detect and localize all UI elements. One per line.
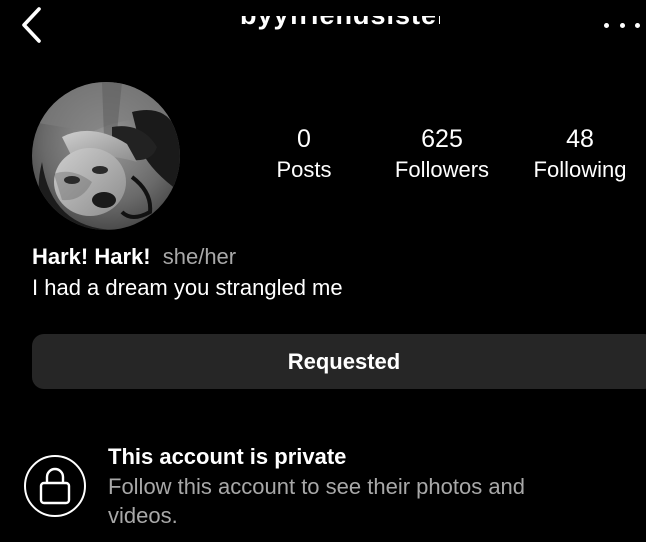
private-account-title: This account is private [108, 444, 347, 469]
followers-number: 625 [421, 125, 463, 153]
avatar[interactable] [32, 82, 180, 230]
ellipsis-icon [604, 22, 609, 28]
chevron-left-icon [22, 7, 41, 43]
profile-bio: Hark! Hark! she/her I had a dream you st… [32, 242, 622, 304]
display-name: Hark! Hark! [32, 244, 151, 269]
posts-label: Posts [276, 157, 332, 182]
ellipsis-dot [619, 22, 625, 28]
followers-count[interactable]: 625 Followers [380, 124, 504, 186]
name-line: Hark! Hark! she/her [32, 242, 622, 272]
pronouns: she/her [162, 244, 237, 269]
private-account-subtitle: Follow this account to see their photos … [108, 474, 526, 528]
bio-text: I had a dream you strangled me [32, 275, 343, 300]
following-label: Following [533, 157, 627, 182]
profile-header: byyfriendsister [0, 0, 646, 52]
lock-icon [39, 467, 71, 505]
username-redaction [240, 0, 440, 16]
following-number: 48 [566, 125, 594, 153]
following-count[interactable]: 48 Following [518, 124, 642, 186]
more-options-button[interactable] [604, 12, 640, 38]
posts-count: 0 Posts [264, 124, 344, 186]
profile-photo [32, 82, 180, 230]
lock-badge [24, 455, 86, 517]
followers-label: Followers [394, 157, 490, 182]
requested-button[interactable]: Requested [32, 334, 646, 389]
posts-number: 0 [297, 125, 311, 153]
back-button[interactable] [14, 6, 48, 44]
ellipsis-dot [635, 22, 640, 28]
